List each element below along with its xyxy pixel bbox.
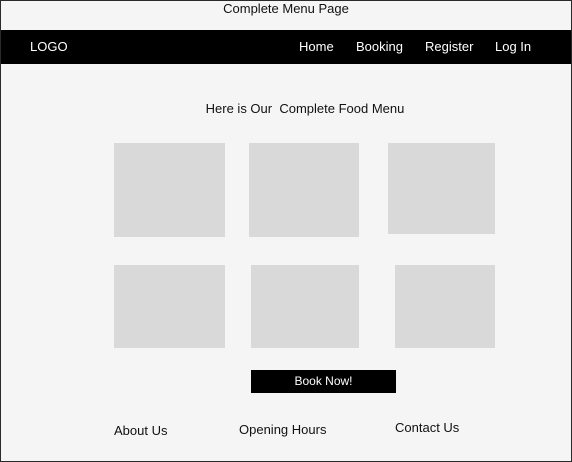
nav-link-register[interactable]: Register — [425, 39, 473, 55]
footer-link-opening-hours[interactable]: Opening Hours — [239, 422, 326, 438]
footer-link-about-us[interactable]: About Us — [114, 423, 167, 439]
nav-link-home[interactable]: Home — [299, 39, 334, 55]
menu-item-image-placeholder[interactable] — [114, 143, 225, 237]
page-title: Complete Menu Page — [223, 1, 349, 16]
menu-item-image-placeholder[interactable] — [395, 265, 495, 348]
menu-item-image-placeholder[interactable] — [251, 265, 359, 348]
menu-item-image-placeholder[interactable] — [114, 265, 225, 348]
page-frame: Complete Menu Page LOGO Home Booking Reg… — [0, 0, 572, 462]
menu-item-image-placeholder[interactable] — [249, 143, 359, 237]
nav-link-log-in[interactable]: Log In — [495, 39, 531, 55]
footer-link-contact-us[interactable]: Contact Us — [395, 420, 459, 436]
menu-item-image-placeholder[interactable] — [388, 143, 495, 234]
menu-heading: Here is Our Complete Food Menu — [205, 101, 405, 116]
top-navbar: LOGO Home Booking Register Log In — [1, 30, 571, 64]
site-logo[interactable]: LOGO — [30, 39, 68, 55]
nav-link-booking[interactable]: Booking — [356, 39, 403, 55]
book-now-button[interactable]: Book Now! — [251, 370, 396, 393]
